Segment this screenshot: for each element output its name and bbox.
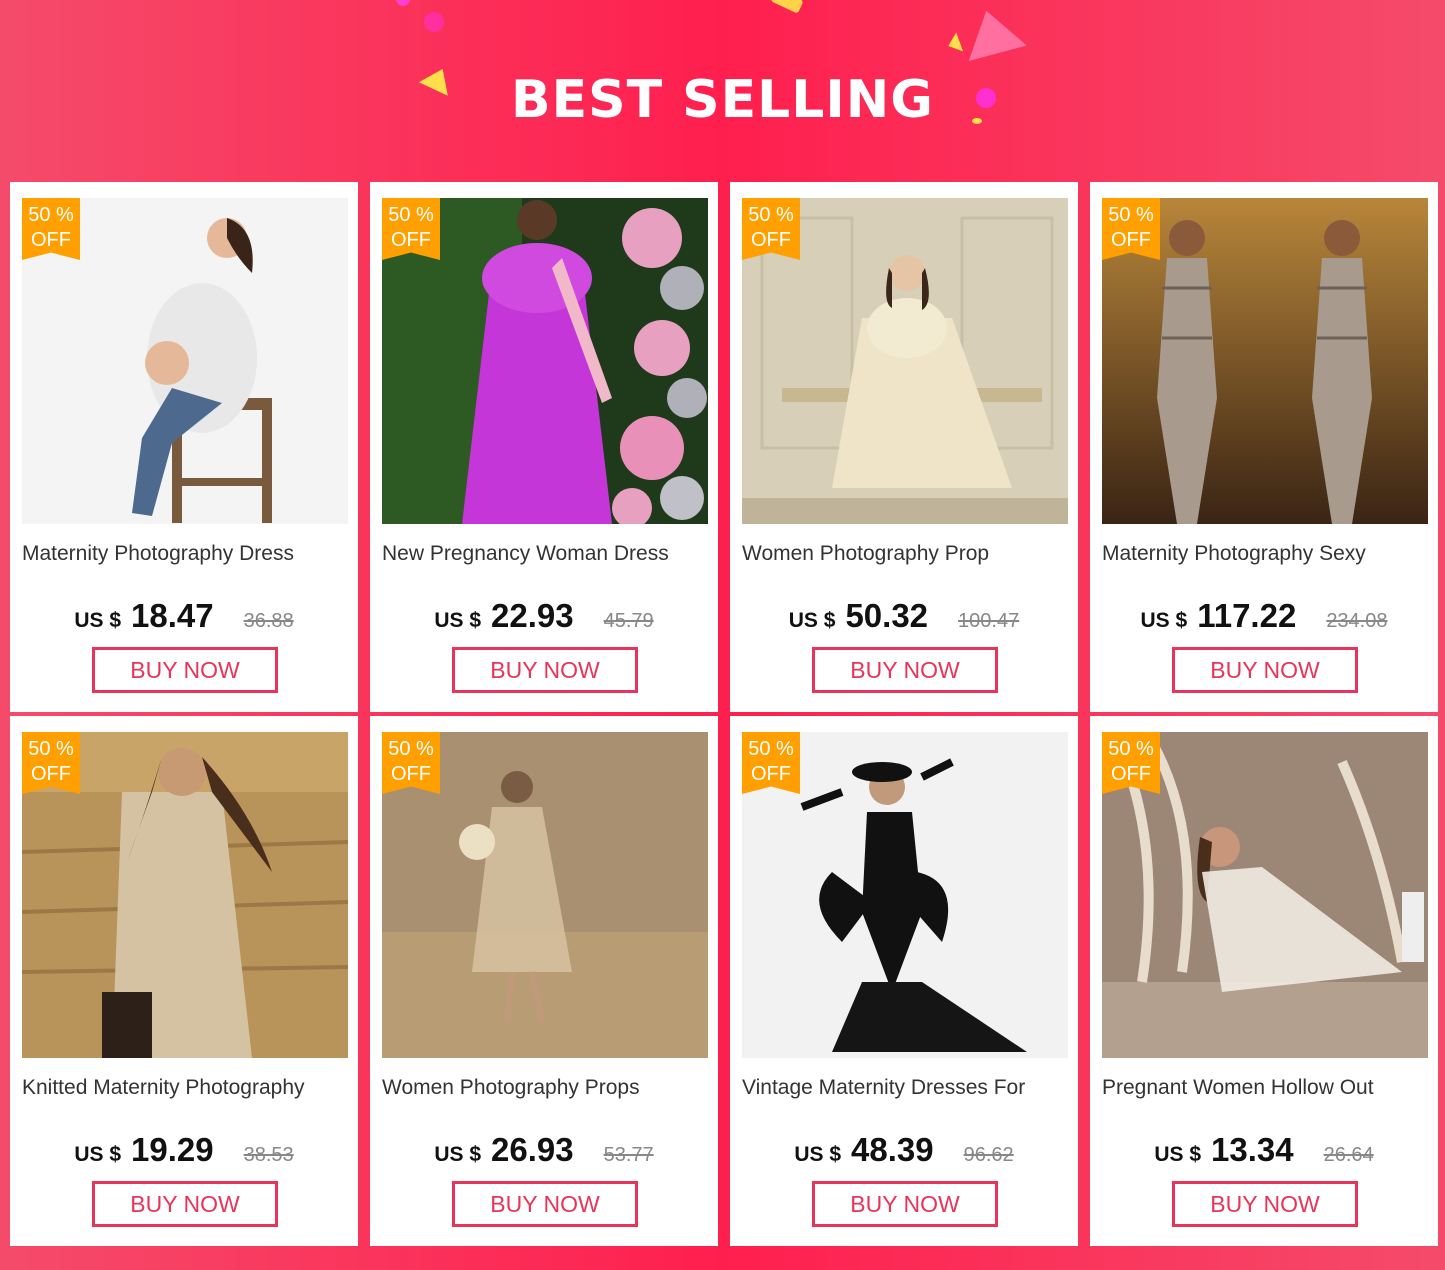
buy-now-button[interactable]: BUY NOW	[812, 647, 998, 693]
product-title[interactable]: Pregnant Women Hollow Out	[1102, 1076, 1432, 1100]
discount-off-label: OFF	[391, 763, 431, 785]
buy-now-button[interactable]: BUY NOW	[92, 1181, 278, 1227]
buy-now-button[interactable]: BUY NOW	[1172, 647, 1358, 693]
product-card[interactable]: 50 % OFF Women Photography Prop US $ 50.3…	[730, 182, 1078, 712]
product-card[interactable]: 50 % OFF Vintage Maternity Dresses For U…	[730, 716, 1078, 1246]
currency-label: US $	[794, 1143, 842, 1166]
sale-price: 117.22	[1197, 597, 1297, 634]
price-row: US $ 18.47 36.88	[10, 597, 358, 635]
price-row: US $ 50.32 100.47	[730, 597, 1078, 635]
original-price: 36.88	[243, 610, 294, 632]
original-price: 26.64	[1323, 1144, 1374, 1166]
price-row: US $ 19.29 38.53	[10, 1131, 358, 1169]
price-row: US $ 22.93 45.79	[370, 597, 718, 635]
currency-label: US $	[1140, 609, 1188, 632]
product-title[interactable]: New Pregnancy Woman Dress	[382, 542, 712, 566]
product-card[interactable]: 50 % OFF Women Photography Props US $ 26.…	[370, 716, 718, 1246]
discount-percent: 50 %	[388, 204, 434, 226]
product-title[interactable]: Maternity Photography Dress	[22, 542, 352, 566]
currency-label: US $	[74, 1143, 122, 1166]
discount-badge: 50 % OFF	[22, 732, 80, 794]
discount-off-label: OFF	[31, 763, 71, 785]
confetti-shape	[770, 0, 804, 14]
discount-percent: 50 %	[388, 738, 434, 760]
discount-off-label: OFF	[1111, 763, 1151, 785]
price-row: US $ 117.22 234.08	[1090, 597, 1438, 635]
discount-percent: 50 %	[1108, 738, 1154, 760]
discount-badge: 50 % OFF	[742, 732, 800, 794]
original-price: 234.08	[1326, 610, 1388, 632]
buy-now-button[interactable]: BUY NOW	[812, 1181, 998, 1227]
discount-badge: 50 % OFF	[1102, 732, 1160, 794]
currency-label: US $	[788, 609, 836, 632]
sale-price: 50.32	[845, 597, 929, 634]
discount-off-label: OFF	[31, 229, 71, 251]
product-card[interactable]: 50 % OFF Maternity Photography Sexy US $…	[1090, 182, 1438, 712]
sale-price: 48.39	[851, 1131, 934, 1168]
discount-badge: 50 % OFF	[1102, 198, 1160, 260]
currency-label: US $	[434, 1143, 482, 1166]
discount-percent: 50 %	[1108, 204, 1154, 226]
discount-off-label: OFF	[751, 763, 791, 785]
price-row: US $ 13.34 26.64	[1090, 1131, 1438, 1169]
discount-off-label: OFF	[391, 229, 431, 251]
sale-price: 18.47	[131, 597, 214, 634]
buy-now-button[interactable]: BUY NOW	[1172, 1181, 1358, 1227]
original-price: 100.47	[958, 610, 1020, 632]
original-price: 53.77	[603, 1144, 654, 1166]
discount-badge: 50 % OFF	[22, 198, 80, 260]
buy-now-button[interactable]: BUY NOW	[452, 647, 638, 693]
confetti-shape	[944, 32, 964, 56]
price-row: US $ 48.39 96.62	[730, 1131, 1078, 1169]
currency-label: US $	[74, 609, 122, 632]
product-card[interactable]: 50 % OFF New Pregnancy Woman Dress US $ 2…	[370, 182, 718, 712]
product-card[interactable]: 50 % OFF Knitted Maternity Photography U…	[10, 716, 358, 1246]
discount-percent: 50 %	[748, 204, 794, 226]
product-title[interactable]: Women Photography Props	[382, 1076, 712, 1100]
sale-price: 19.29	[131, 1131, 214, 1168]
discount-badge: 50 % OFF	[742, 198, 800, 260]
product-title[interactable]: Women Photography Prop	[742, 542, 1072, 566]
buy-now-button[interactable]: BUY NOW	[92, 647, 278, 693]
currency-label: US $	[434, 609, 482, 632]
original-price: 38.53	[243, 1144, 294, 1166]
discount-percent: 50 %	[748, 738, 794, 760]
product-card[interactable]: 50 % OFF Pregnant Women Hollow Out US $ 1…	[1090, 716, 1438, 1246]
page-title: BEST SELLING	[511, 70, 934, 130]
sale-price: 22.93	[491, 597, 574, 634]
product-title[interactable]: Vintage Maternity Dresses For	[742, 1076, 1072, 1100]
product-title[interactable]: Knitted Maternity Photography	[22, 1076, 352, 1100]
discount-badge: 50 % OFF	[382, 198, 440, 260]
best-selling-banner: BEST SELLING	[0, 0, 1445, 180]
buy-now-button[interactable]: BUY NOW	[452, 1181, 638, 1227]
confetti-shape	[957, 2, 1027, 62]
product-grid: 50 % OFF Maternity Photography Dress US …	[10, 182, 1438, 1246]
confetti-dot	[396, 0, 410, 6]
discount-off-label: OFF	[1111, 229, 1151, 251]
currency-label: US $	[1154, 1143, 1202, 1166]
sale-price: 26.93	[491, 1131, 574, 1168]
discount-badge: 50 % OFF	[382, 732, 440, 794]
product-title[interactable]: Maternity Photography Sexy	[1102, 542, 1432, 566]
discount-percent: 50 %	[28, 738, 74, 760]
original-price: 45.79	[603, 610, 654, 632]
confetti-dot	[424, 12, 444, 32]
original-price: 96.62	[963, 1144, 1014, 1166]
sale-price: 13.34	[1211, 1131, 1294, 1168]
discount-percent: 50 %	[28, 204, 74, 226]
discount-off-label: OFF	[751, 229, 791, 251]
price-row: US $ 26.93 53.77	[370, 1131, 718, 1169]
product-card[interactable]: 50 % OFF Maternity Photography Dress US …	[10, 182, 358, 712]
